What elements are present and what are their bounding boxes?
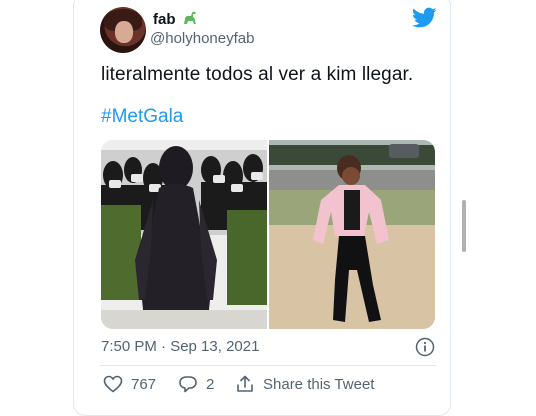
share-button[interactable]: Share this Tweet: [235, 375, 374, 393]
reply-icon: [179, 376, 197, 393]
met-gala-photo[interactable]: [101, 140, 267, 329]
twitter-bird-icon[interactable]: [412, 7, 437, 29]
heart-icon: [103, 375, 123, 393]
hashtag-link[interactable]: #MetGala: [101, 106, 183, 128]
tweet-media[interactable]: [101, 140, 435, 329]
share-icon: [237, 375, 253, 392]
user-display-name[interactable]: fab: [153, 11, 198, 28]
share-label: Share this Tweet: [263, 375, 375, 393]
avatar-face: [115, 21, 133, 43]
avatar[interactable]: [100, 7, 146, 53]
dinosaur-icon: [183, 11, 196, 24]
like-button[interactable]: 767: [103, 375, 156, 393]
tweet-timestamp[interactable]: 7:50 PM · Sep 13, 2021: [101, 338, 259, 355]
display-name-text: fab: [153, 11, 176, 28]
user-handle[interactable]: @holyhoneyfab: [150, 30, 254, 47]
scrollbar[interactable]: [462, 200, 466, 252]
reply-count: 2: [206, 375, 215, 393]
divider: [100, 365, 436, 366]
info-icon[interactable]: [415, 337, 435, 357]
like-count: 767: [131, 375, 157, 393]
tweet-text: literalmente todos al ver a kim llegar.: [101, 64, 414, 85]
reply-button[interactable]: 2: [178, 375, 214, 393]
laughing-woman-meme[interactable]: [269, 140, 435, 329]
